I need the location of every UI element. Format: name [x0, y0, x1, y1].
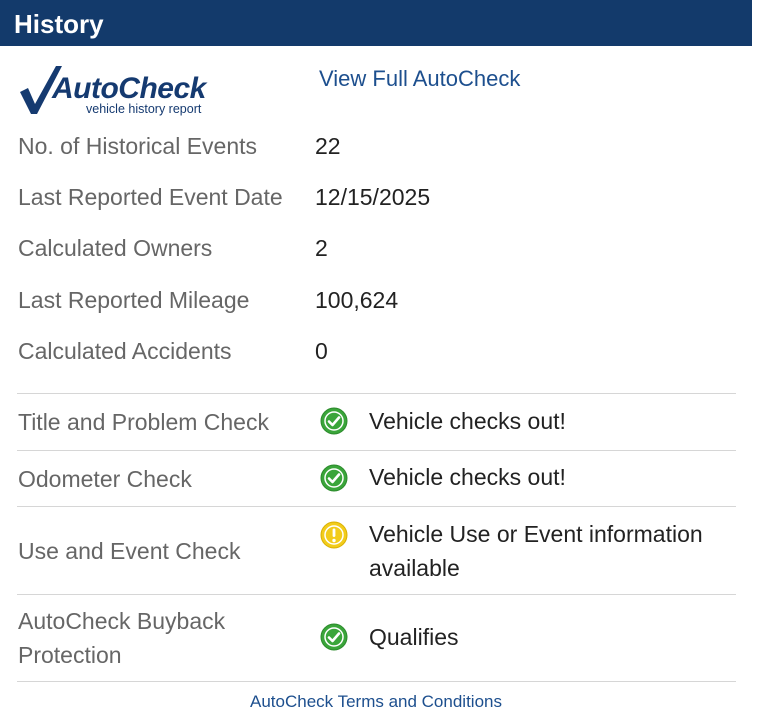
check-label-buyback-line2: Protection	[18, 642, 122, 668]
stat-value-last-event-date: 12/15/2025	[315, 184, 431, 210]
section-header: History	[0, 0, 752, 46]
green-check-icon	[320, 623, 348, 651]
divider	[17, 681, 736, 682]
green-check-icon	[320, 464, 348, 492]
stat-value-historical-events: 22	[315, 133, 341, 159]
check-result-use-event: Vehicle Use or Event information availab…	[369, 521, 703, 581]
terms-and-conditions-link[interactable]: AutoCheck Terms and Conditions	[0, 692, 752, 712]
check-label-title-problem: Title and Problem Check	[18, 409, 269, 435]
logo-subtitle: vehicle history report	[86, 102, 202, 116]
divider	[17, 393, 736, 394]
check-result-buyback: Qualifies	[369, 624, 459, 650]
yellow-alert-icon	[320, 521, 348, 549]
stat-value-owners: 2	[315, 235, 328, 261]
logo-wordmark: AutoCheck	[52, 72, 206, 105]
check-label-buyback-line1: AutoCheck Buyback	[18, 608, 226, 634]
stat-label-last-event-date: Last Reported Event Date	[18, 184, 283, 210]
check-result-title-problem: Vehicle checks out!	[369, 408, 566, 434]
view-full-autocheck-link[interactable]: View Full AutoCheck	[319, 66, 520, 92]
check-label-use-event: Use and Event Check	[18, 538, 241, 564]
divider	[17, 506, 736, 507]
stat-label-owners: Calculated Owners	[18, 235, 213, 261]
stat-label-historical-events: No. of Historical Events	[18, 133, 258, 159]
stat-label-accidents: Calculated Accidents	[18, 338, 232, 364]
check-result-odometer: Vehicle checks out!	[369, 464, 566, 490]
section-title: History	[14, 9, 104, 39]
divider	[17, 594, 736, 595]
stat-label-mileage: Last Reported Mileage	[18, 287, 250, 313]
check-label-odometer: Odometer Check	[18, 466, 192, 492]
check-label-buyback: AutoCheck Buyback Protection	[18, 604, 225, 672]
green-check-icon	[320, 407, 348, 435]
autocheck-logo: AutoCheck vehicle history report	[18, 62, 228, 118]
stat-value-mileage: 100,624	[315, 287, 399, 313]
divider	[17, 450, 736, 451]
stat-value-accidents: 0	[315, 338, 328, 364]
